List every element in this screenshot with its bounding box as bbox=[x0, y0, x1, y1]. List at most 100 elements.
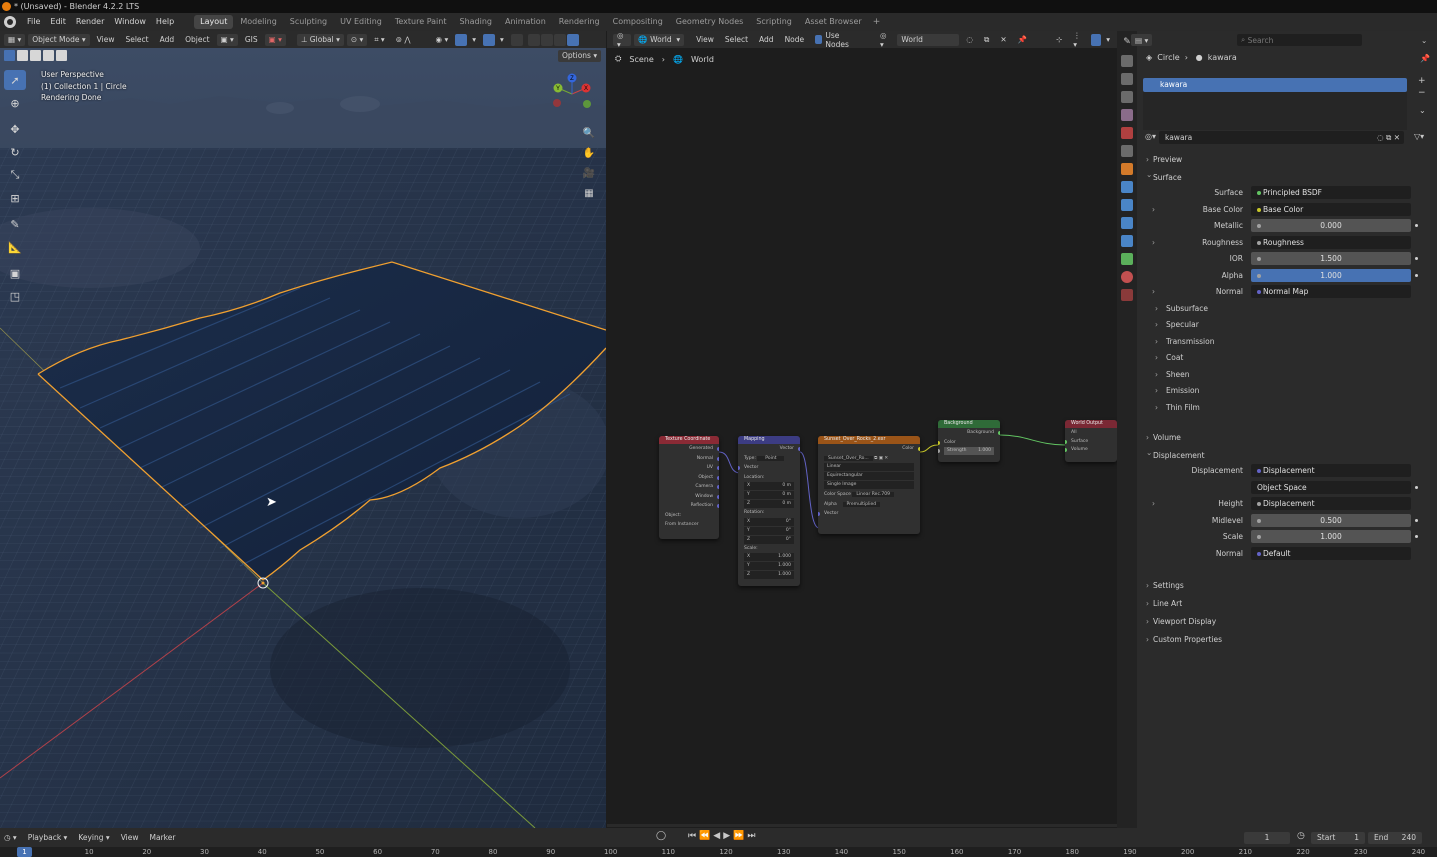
scale-tool-icon[interactable]: ⤡ bbox=[4, 165, 26, 185]
keyframe-dot-icon[interactable] bbox=[1415, 273, 1418, 277]
projection-select[interactable]: Equirectangular bbox=[824, 472, 914, 480]
preview-range-icon[interactable]: ◷ bbox=[1297, 831, 1305, 841]
material-slot-list[interactable] bbox=[1143, 92, 1407, 130]
options-button[interactable]: Options ▾ bbox=[558, 50, 602, 62]
surface-ior-field[interactable]: 1.500 bbox=[1251, 252, 1411, 265]
3d-viewport[interactable]: Options ▾ User Perspective (1) Collectio… bbox=[0, 48, 606, 828]
displacement-midlevel-field[interactable]: 0.500 bbox=[1251, 513, 1411, 527]
viewport-menu-add[interactable]: Add bbox=[156, 34, 179, 46]
end-frame-field[interactable]: End 240 bbox=[1368, 832, 1422, 844]
socket-dot-icon[interactable] bbox=[1257, 469, 1261, 473]
keyframe-dot-icon[interactable] bbox=[1415, 518, 1418, 522]
socket-dot-icon[interactable] bbox=[1257, 535, 1261, 539]
view-layer-tab-icon[interactable] bbox=[1121, 91, 1133, 103]
expand-chevron-icon[interactable]: › bbox=[1152, 238, 1155, 247]
properties-search-input[interactable]: ⌕ Search bbox=[1237, 34, 1362, 46]
playback-controls[interactable]: ⏮⏪◀▶⏩⏭ bbox=[688, 831, 758, 841]
custom-properties-panel-header[interactable]: Custom Properties bbox=[1143, 632, 1429, 647]
workspace-tab-scripting[interactable]: Scripting bbox=[750, 15, 798, 29]
world-output-node[interactable]: World Output All Surface Volume bbox=[1065, 420, 1117, 462]
world-browse-icon[interactable]: ◎ ▾ bbox=[876, 31, 894, 49]
overlay-toggle-icon[interactable] bbox=[483, 33, 495, 46]
shading-solid-icon[interactable] bbox=[540, 33, 553, 46]
socket-dot-icon[interactable] bbox=[1257, 240, 1261, 245]
subpanel-sheen[interactable]: Sheen bbox=[1143, 367, 1429, 384]
target-select[interactable]: All bbox=[1065, 428, 1117, 438]
timeline-ruler[interactable]: 10 20 30 40 50 60 70 80 90 100 110 120 130 140 150 160 1… bbox=[0, 847, 1437, 857]
properties-pin-icon[interactable]: 📌 bbox=[1420, 54, 1430, 63]
rotation-y-field[interactable]: Y 0° bbox=[744, 526, 794, 535]
socket-dot-icon[interactable] bbox=[1257, 191, 1261, 195]
subpanel-transmission[interactable]: Transmission bbox=[1143, 334, 1429, 351]
texture-tab-icon[interactable] bbox=[1121, 289, 1133, 301]
select-box-tool-icon[interactable]: ➚ bbox=[4, 70, 26, 90]
workspace-tab-rendering[interactable]: Rendering bbox=[553, 15, 606, 29]
mapping-node[interactable]: Mapping Vector Type: Point Vector Locati… bbox=[738, 436, 800, 586]
node-output-color[interactable]: Color bbox=[818, 444, 920, 454]
menu-render[interactable]: Render bbox=[71, 13, 109, 31]
use-nodes-checkbox[interactable]: Use Nodes bbox=[811, 31, 861, 49]
duplicate-world-icon[interactable]: ⧉ bbox=[980, 34, 993, 46]
image-browse-icon[interactable]: ⧉ ▣ ✕ bbox=[874, 456, 888, 461]
node-output-camera[interactable]: Camera bbox=[659, 482, 719, 492]
subpanel-specular[interactable]: Specular bbox=[1143, 317, 1429, 334]
add-workspace-icon[interactable]: + bbox=[868, 17, 886, 27]
timeline-menu-marker[interactable]: Marker bbox=[146, 832, 180, 844]
expand-chevron-icon[interactable]: › bbox=[1152, 287, 1155, 296]
object-tab-icon[interactable] bbox=[1121, 163, 1133, 175]
orientation-select[interactable]: ⊥ Global ▾ bbox=[296, 33, 344, 46]
keyframe-dot-icon[interactable] bbox=[1415, 257, 1418, 260]
location-y-field[interactable]: Y 0 m bbox=[744, 491, 794, 499]
keyframe-dot-icon[interactable] bbox=[1415, 224, 1418, 227]
node-object-field[interactable]: Object: bbox=[659, 511, 719, 521]
node-menu-view[interactable]: View bbox=[692, 34, 718, 46]
expand-chevron-icon[interactable]: › bbox=[1152, 205, 1155, 214]
workspace-tab-compositing[interactable]: Compositing bbox=[607, 15, 669, 29]
from-instancer-checkbox[interactable]: From Instancer bbox=[659, 520, 719, 530]
render-tab-icon[interactable] bbox=[1121, 55, 1133, 67]
move-tool-icon[interactable]: ✥ bbox=[4, 119, 26, 139]
keyframe-dot-icon[interactable] bbox=[1415, 535, 1418, 538]
shader-type-select[interactable]: 🌐 World ▾ bbox=[634, 33, 685, 46]
modifiers-tab-icon[interactable] bbox=[1121, 181, 1133, 193]
alpha-select[interactable]: Alpha Premultiplied bbox=[818, 500, 920, 510]
start-frame-field[interactable]: Start 1 bbox=[1311, 832, 1365, 844]
displacement-normal-field[interactable]: Default bbox=[1251, 546, 1411, 560]
material-tab-icon[interactable] bbox=[1121, 271, 1133, 283]
environment-texture-node[interactable]: Sunset_Over_Rocks_2.exr Color Sunset_Ove… bbox=[818, 436, 920, 534]
displacement-height-field[interactable]: Displacement bbox=[1251, 497, 1411, 510]
node-output-generated[interactable]: Generated bbox=[659, 444, 719, 454]
node-menu-node[interactable]: Node bbox=[781, 34, 809, 46]
location-z-field[interactable]: Z 0 m bbox=[744, 500, 794, 508]
physics-tab-icon[interactable] bbox=[1121, 217, 1133, 229]
editor-type-button[interactable]: ▦ ▾ bbox=[4, 33, 26, 46]
gis-menu[interactable]: GIS bbox=[241, 34, 262, 46]
output-tab-icon[interactable] bbox=[1121, 73, 1133, 85]
properties-options-icon[interactable]: ⌄ bbox=[1417, 34, 1431, 46]
constraints-tab-icon[interactable] bbox=[1121, 235, 1133, 247]
menu-file[interactable]: File bbox=[22, 13, 45, 31]
remove-slot-icon[interactable]: − bbox=[1418, 88, 1426, 98]
measure-tool-icon[interactable]: 📐 bbox=[4, 237, 26, 257]
socket-dot-icon[interactable] bbox=[1257, 207, 1261, 212]
material-slot-item[interactable]: kawara bbox=[1143, 78, 1407, 92]
select-extend-icon[interactable] bbox=[17, 50, 28, 61]
workspace-tab-texture-paint[interactable]: Texture Paint bbox=[389, 15, 453, 29]
current-frame-indicator[interactable]: 1 bbox=[17, 847, 32, 857]
node-output-window[interactable]: Window bbox=[659, 492, 719, 502]
scale-y-field[interactable]: Y 1.000 bbox=[744, 562, 794, 570]
timeline-menu-keying[interactable]: Keying ▾ bbox=[74, 832, 113, 844]
node-input-volume[interactable]: Volume bbox=[1065, 446, 1117, 454]
node-snap-dropdown-icon[interactable]: ⋮ ▾ bbox=[1069, 31, 1088, 49]
viewport-display-panel-header[interactable]: Viewport Display bbox=[1143, 614, 1429, 629]
preview-panel-header[interactable]: Preview bbox=[1143, 152, 1429, 167]
scale-z-field[interactable]: Z 1.000 bbox=[744, 571, 794, 579]
workspace-tab-animation[interactable]: Animation bbox=[499, 15, 552, 29]
node-output-reflection[interactable]: Reflection bbox=[659, 501, 719, 511]
socket-dot-icon[interactable] bbox=[1257, 502, 1261, 506]
subpanel-emission[interactable]: Emission bbox=[1143, 383, 1429, 400]
auto-keying-icon[interactable]: ◯ bbox=[656, 831, 666, 841]
surface-panel-header[interactable]: Surface bbox=[1143, 167, 1429, 185]
texture-coordinate-node[interactable]: Texture Coordinate Generated Normal UV O… bbox=[659, 436, 719, 539]
workspace-tab-asset-browser[interactable]: Asset Browser bbox=[799, 15, 868, 29]
